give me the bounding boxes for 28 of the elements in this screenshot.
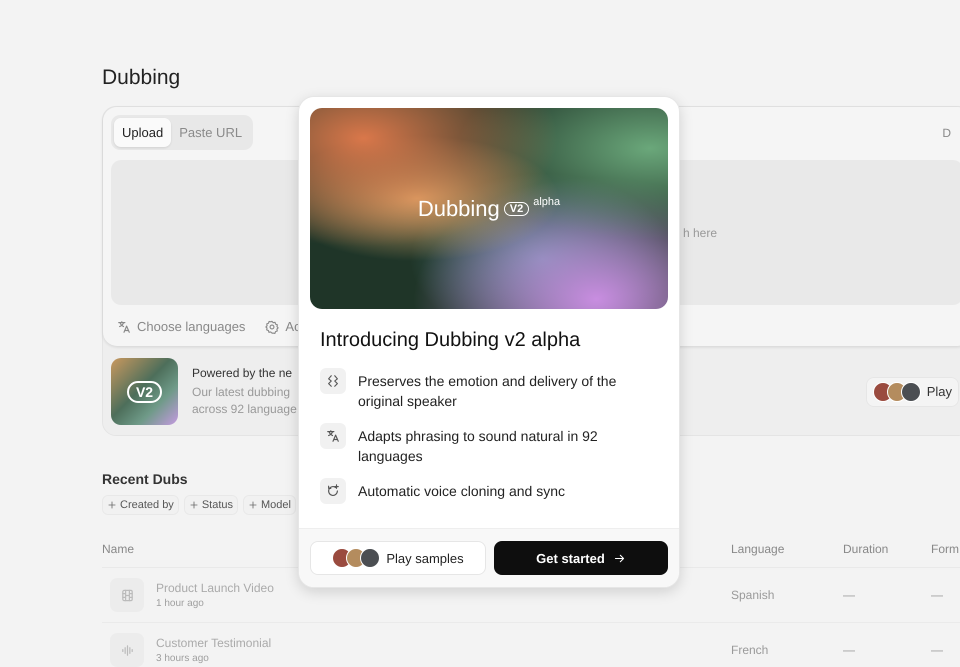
promo-description: Our latest dubbing across 92 language xyxy=(192,384,297,418)
column-header: Duration xyxy=(843,542,890,556)
feature-text: Preserves the emotion and delivery of the original speaker xyxy=(358,372,618,411)
dub-time: 3 hours ago xyxy=(156,653,210,664)
banner-title: Dubbing xyxy=(418,196,500,222)
version-badge: V2 xyxy=(126,380,162,402)
table-cell-text: Spanish xyxy=(731,588,776,602)
dub-name: Product Launch Video xyxy=(156,581,274,595)
dialog-heading: Introducing Dubbing v2 alpha xyxy=(320,329,580,352)
column-header: Form xyxy=(931,542,960,556)
column-header: Language xyxy=(731,542,786,556)
corner-label: D xyxy=(942,126,951,140)
table-cell-text: — xyxy=(931,643,944,657)
feature-text: Automatic voice cloning and sync xyxy=(358,482,566,501)
alpha-tag: alpha xyxy=(533,196,560,208)
version-badge: V2 xyxy=(504,202,530,216)
dub-time: 1 hour ago xyxy=(156,598,205,609)
table-cell-text: — xyxy=(843,643,856,657)
drop-hint: h here xyxy=(683,226,718,240)
section-title: Recent Dubs xyxy=(102,471,188,487)
promo-title: Powered by the ne xyxy=(192,366,294,380)
feature-text: Adapts phrasing to sound natural in 92 languages xyxy=(358,427,599,466)
page-title: Dubbing xyxy=(102,66,180,90)
dub-name: Customer Testimonial xyxy=(156,636,272,650)
table-cell-text: — xyxy=(843,588,856,602)
table-cell-text: — xyxy=(931,588,944,602)
column-header: Name xyxy=(102,542,136,556)
table-cell-text: French xyxy=(731,643,770,657)
